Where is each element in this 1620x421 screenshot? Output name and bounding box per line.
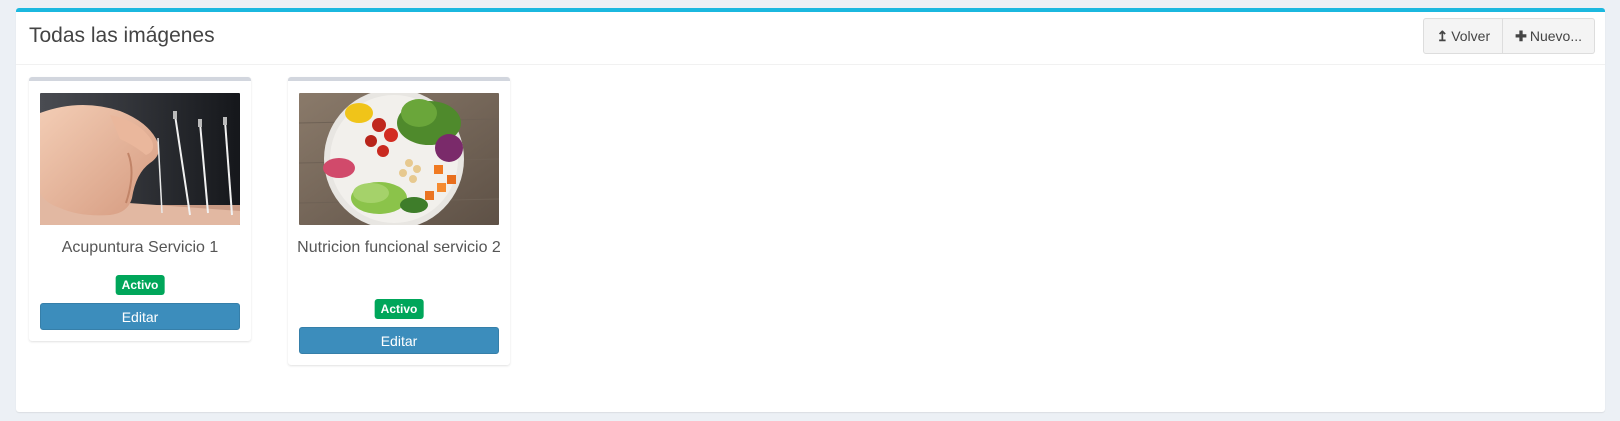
back-button-label: Volver	[1451, 28, 1491, 44]
images-box: Todas las imágenes ↥ Volver ✚ Nuevo... A…	[16, 8, 1605, 412]
card-image-acupuncture[interactable]	[40, 93, 240, 225]
back-button[interactable]: ↥ Volver	[1423, 18, 1504, 54]
plus-icon: ✚	[1515, 27, 1527, 44]
nutrition-bowl-photo	[299, 93, 499, 225]
new-button-label: Nuevo...	[1529, 28, 1582, 44]
card-title: Nutricion funcional servicio 2	[297, 239, 501, 256]
level-up-icon: ↥	[1436, 27, 1449, 44]
box-header: Todas las imágenes ↥ Volver ✚ Nuevo...	[16, 12, 1605, 65]
edit-button[interactable]: Editar	[40, 303, 240, 330]
page-title: Todas las imágenes	[29, 24, 215, 47]
card-image-nutrition[interactable]	[299, 93, 499, 225]
acupuncture-photo	[40, 93, 240, 225]
card-title: Acupuntura Servicio 1	[61, 239, 219, 256]
status-badge: Activo	[115, 275, 165, 295]
status-badge: Activo	[374, 299, 424, 319]
image-card: Nutricion funcional servicio 2 Activo Ed…	[288, 77, 510, 365]
new-button[interactable]: ✚ Nuevo...	[1503, 18, 1595, 54]
header-button-group: ↥ Volver ✚ Nuevo...	[1423, 18, 1595, 54]
edit-button[interactable]: Editar	[299, 327, 499, 354]
image-card: Acupuntura Servicio 1 Activo Editar	[29, 77, 251, 341]
